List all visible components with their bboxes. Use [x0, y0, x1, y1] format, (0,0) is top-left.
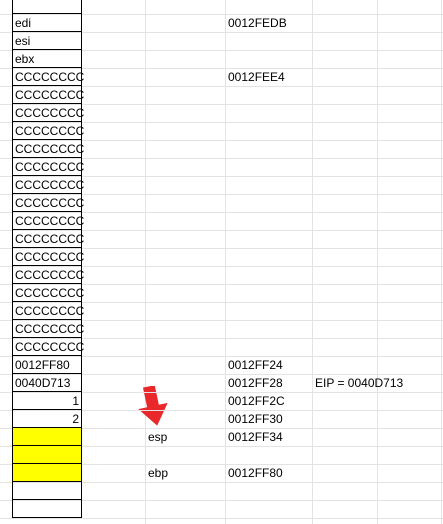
stack-cell[interactable]: 0012FF80: [12, 356, 82, 374]
row-divider: [0, 518, 443, 519]
stack-cell[interactable]: CCCCCCCC: [12, 266, 84, 284]
stack-cell[interactable]: CCCCCCCC: [12, 320, 84, 338]
note-cell[interactable]: EIP = 0040D713: [313, 374, 405, 392]
stack-cell-highlighted[interactable]: [12, 464, 82, 482]
stack-cell[interactable]: CCCCCCCC: [12, 140, 84, 158]
stack-cell[interactable]: ebx: [12, 50, 82, 68]
address-cell[interactable]: 0012FEDB: [226, 14, 289, 32]
stack-cell[interactable]: CCCCCCCC: [12, 122, 84, 140]
stack-cell[interactable]: [12, 482, 82, 500]
stack-cell[interactable]: [12, 0, 82, 14]
stack-cell[interactable]: CCCCCCCC: [12, 158, 84, 176]
stack-cell[interactable]: CCCCCCCC: [12, 338, 84, 356]
address-cell[interactable]: 0012FF24: [226, 356, 285, 374]
address-cell[interactable]: 0012FEE4: [226, 68, 287, 86]
stack-cell[interactable]: CCCCCCCC: [12, 248, 84, 266]
register-label-cell[interactable]: ebp: [146, 464, 170, 482]
stack-cell[interactable]: esi: [12, 32, 82, 50]
stack-cell-highlighted[interactable]: [12, 446, 82, 464]
stack-cell[interactable]: 1: [12, 392, 82, 410]
stack-cell[interactable]: [12, 500, 82, 518]
stack-cell-highlighted[interactable]: [12, 428, 82, 446]
register-label-cell[interactable]: esp: [146, 428, 169, 446]
stack-cell[interactable]: edi: [12, 14, 82, 32]
stack-cell[interactable]: CCCCCCCC: [12, 194, 84, 212]
stack-cell[interactable]: CCCCCCCC: [12, 212, 84, 230]
stack-cell[interactable]: CCCCCCCC: [12, 284, 84, 302]
address-cell[interactable]: 0012FF28: [226, 374, 285, 392]
stack-cell[interactable]: 2: [12, 410, 82, 428]
stack-cell[interactable]: CCCCCCCC: [12, 104, 84, 122]
stack-cell[interactable]: CCCCCCCC: [12, 176, 84, 194]
address-cell[interactable]: 0012FF30: [226, 410, 285, 428]
stack-cell[interactable]: CCCCCCCC: [12, 68, 84, 86]
stack-cell[interactable]: CCCCCCCC: [12, 302, 84, 320]
address-cell[interactable]: 0012FF2C: [226, 392, 287, 410]
stack-cell[interactable]: CCCCCCCC: [12, 86, 84, 104]
spreadsheet-grid[interactable]: edi esi ebx CCCCCCCC CCCCCCCC CCCCCCCC CCCCCCC…: [0, 0, 443, 524]
address-cell[interactable]: 0012FF80: [226, 464, 285, 482]
stack-cell[interactable]: CCCCCCCC: [12, 230, 84, 248]
stack-cell[interactable]: 0040D713: [12, 374, 82, 392]
address-cell[interactable]: 0012FF34: [226, 428, 285, 446]
